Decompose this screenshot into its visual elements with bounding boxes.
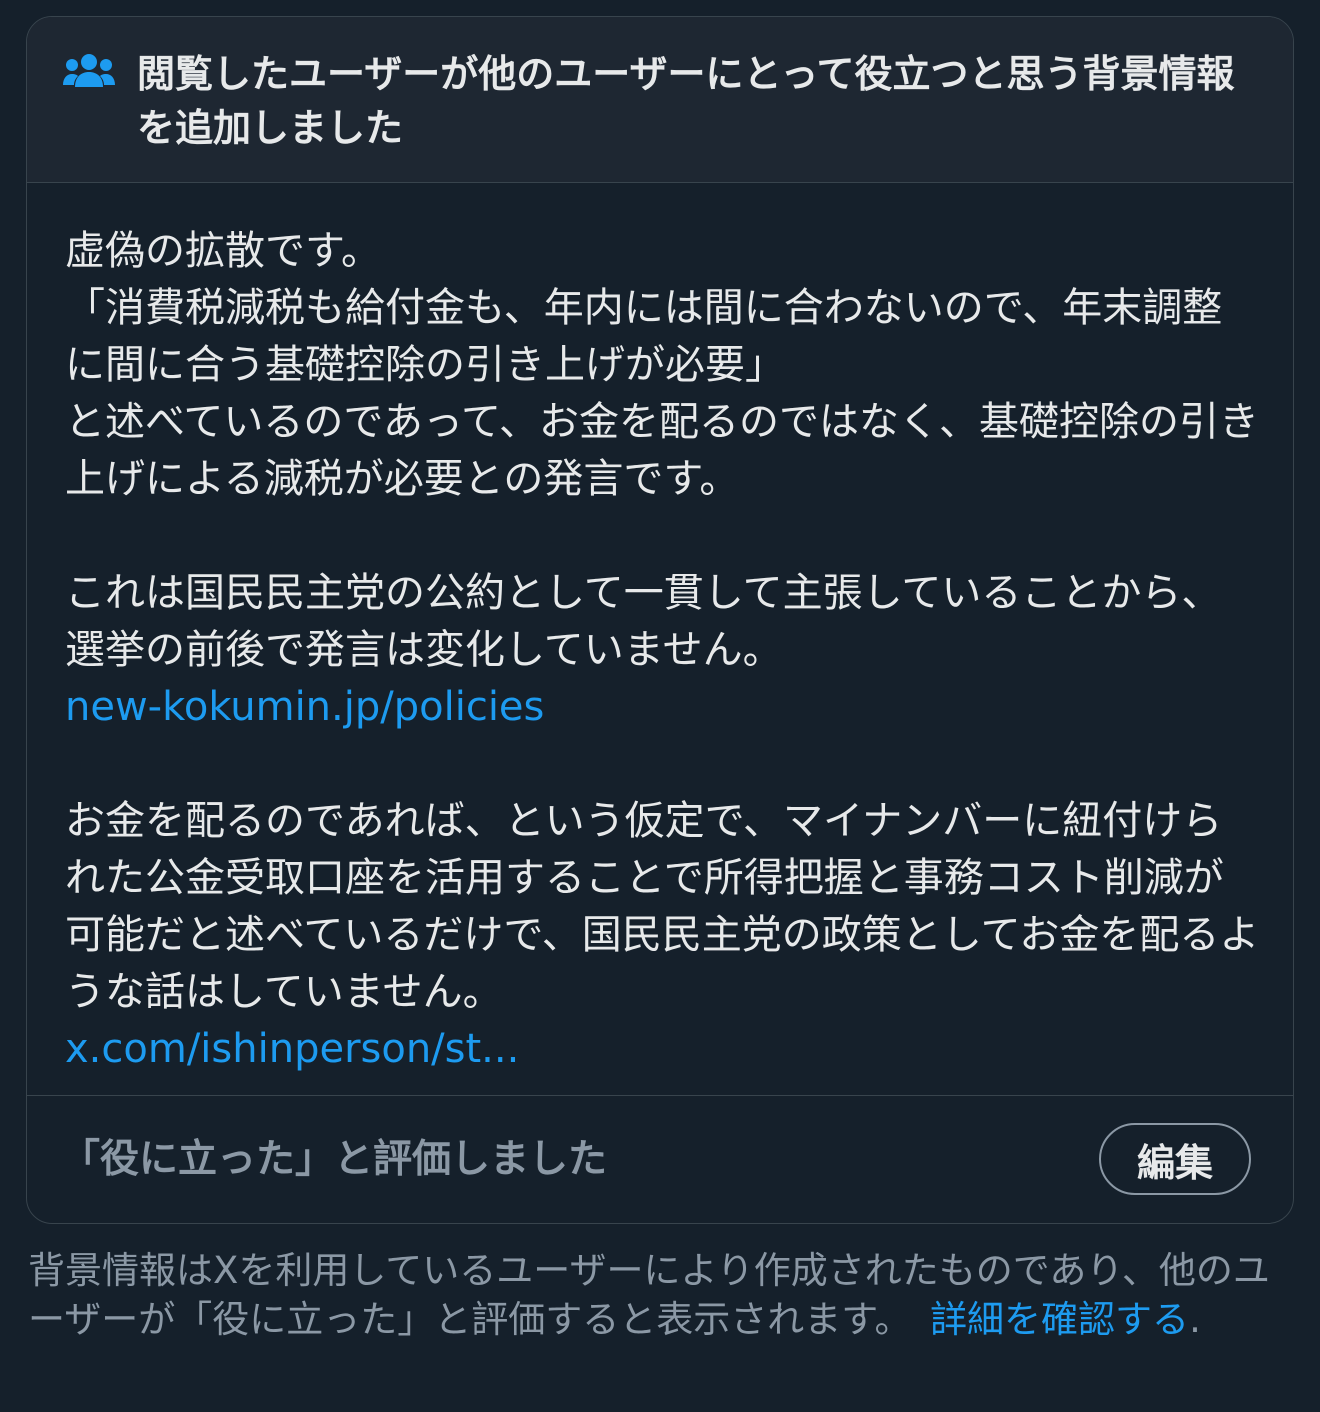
community-note-card: 閲覧したユーザーが他のユーザーにとって役立つと思う背景情報を追加しました 虚偽の… (26, 16, 1294, 1224)
note-link-source-post[interactable]: x.com/ishinperson/st... (65, 1021, 1260, 1078)
note-body: 虚偽の拡散です。 「消費税減税も給付金も、年内には間に合わないので、年末調整に間… (65, 223, 1260, 1078)
note-paragraph: 「消費税減税も給付金も、年内には間に合わないので、年末調整に間に合う基礎控除の引… (65, 285, 1223, 388)
community-notes-disclaimer: 背景情報はXを利用しているユーザーにより作成されたものであり、他のユーザーが「役… (28, 1246, 1294, 1344)
people-icon (63, 54, 115, 87)
note-paragraph: 虚偽の拡散です。 (65, 228, 381, 274)
note-footer: 「役に立った」と評価しました 編集 (27, 1095, 1293, 1223)
note-paragraph: お金を配るのであれば、という仮定で、マイナンバーに紐付けられた公金受取口座を活用… (65, 798, 1260, 1015)
learn-more-link[interactable]: 詳細を確認する (930, 1298, 1189, 1341)
note-header-title: 閲覧したユーザーが他のユーザーにとって役立つと思う背景情報を追加しました (137, 52, 1235, 150)
note-header: 閲覧したユーザーが他のユーザーにとって役立つと思う背景情報を追加しました (27, 17, 1293, 183)
note-paragraph: と述べているのであって、お金を配るのではなく、基礎控除の引き上げによる減税が必要… (65, 399, 1259, 502)
disclaimer-suffix: . (1189, 1298, 1201, 1341)
edit-rating-button[interactable]: 編集 (1099, 1123, 1251, 1195)
note-link-policies[interactable]: new-kokumin.jp/policies (65, 679, 1260, 736)
note-paragraph: これは国民民主党の公約として一貫して主張していることから、選挙の前後で発言は変化… (65, 570, 1222, 673)
rating-status-text: 「役に立った」と評価しました (61, 1137, 608, 1182)
